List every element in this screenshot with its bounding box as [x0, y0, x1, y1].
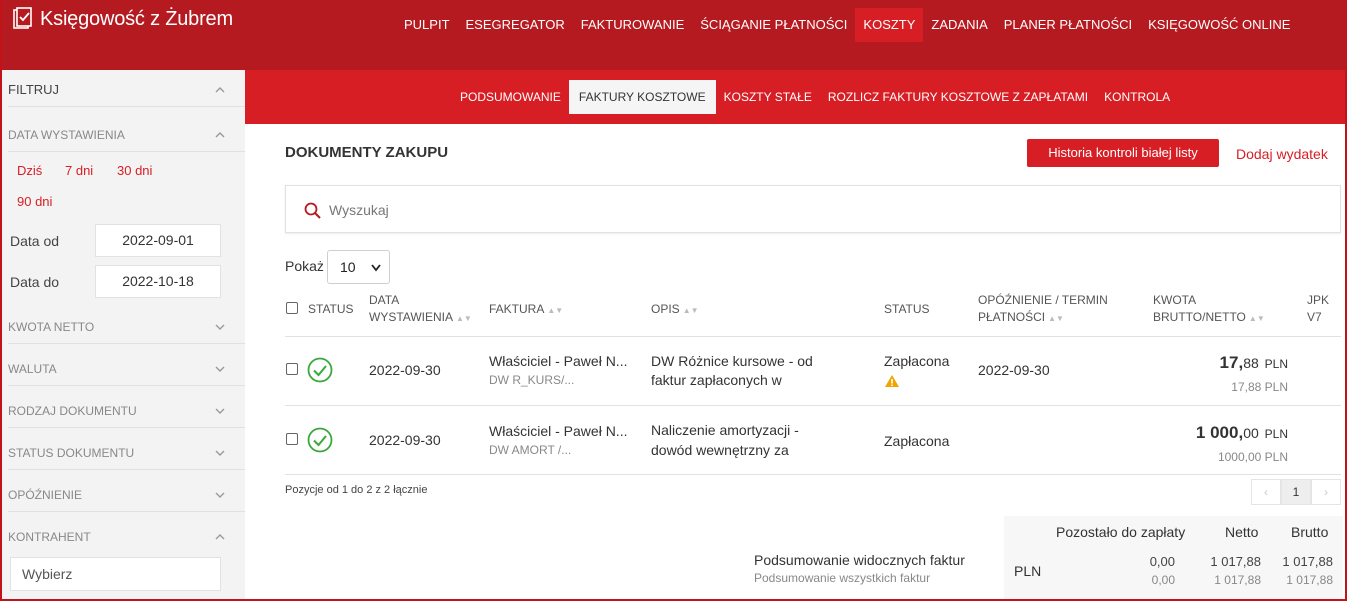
window-border: [0, 0, 1347, 601]
